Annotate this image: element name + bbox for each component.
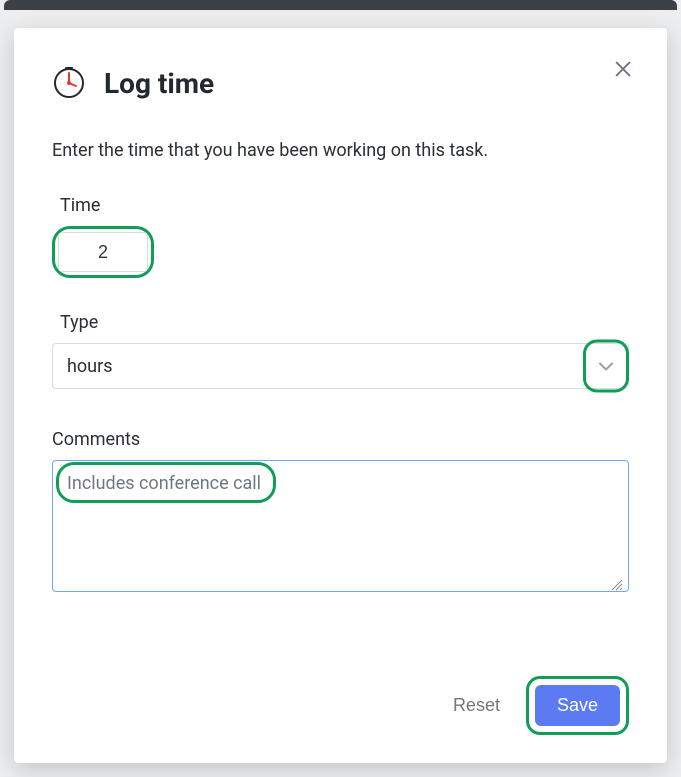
modal-header: Log time	[52, 66, 629, 100]
type-select[interactable]: hours	[52, 343, 629, 389]
log-time-modal: Log time Enter the time that you have be…	[14, 28, 667, 763]
time-input[interactable]	[58, 232, 148, 272]
window-titlebar	[4, 0, 677, 10]
close-icon	[612, 68, 634, 83]
comments-label: Comments	[52, 429, 629, 450]
time-highlight	[52, 226, 154, 278]
clock-icon	[52, 66, 86, 100]
type-selected-value: hours	[67, 356, 113, 377]
modal-footer: Reset Save	[453, 676, 629, 735]
modal-title: Log time	[104, 67, 214, 100]
save-button[interactable]: Save	[535, 685, 620, 726]
resize-grip-icon	[609, 576, 623, 590]
app-background: Log time Enter the time that you have be…	[0, 0, 681, 777]
comments-textarea[interactable]	[52, 460, 629, 592]
time-label: Time	[60, 195, 629, 216]
save-highlight: Save	[526, 676, 629, 735]
close-button[interactable]	[609, 56, 637, 84]
comments-field-group: Comments Includes conference call	[52, 429, 629, 596]
modal-instructions: Enter the time that you have been workin…	[52, 140, 629, 161]
reset-button[interactable]: Reset	[453, 695, 500, 716]
time-field-group: Time	[52, 195, 629, 278]
type-field-group: Type hours	[52, 312, 629, 389]
type-label: Type	[60, 312, 629, 333]
